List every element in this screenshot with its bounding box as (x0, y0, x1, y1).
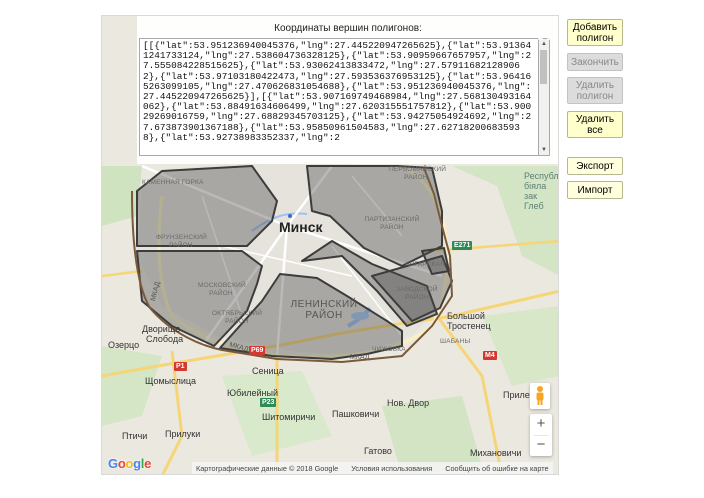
map-label-leninsky: ЛЕНИНСКИЙ РАЙОН (290, 299, 358, 321)
map-label-priluki: Прилуки (165, 429, 201, 439)
map-label-mikhanovichi: Михановичи (470, 448, 522, 458)
route-shield-p69: P69 (249, 346, 266, 355)
map-label-ozertso: Озерцо (108, 340, 140, 350)
map-label-city: Минск (279, 219, 323, 235)
map-label-mkad-bottom2: МКАД (350, 354, 370, 361)
map-label-zavodskoy: ЗАВОДСКОЙ РАЙОН (396, 286, 438, 301)
map-label-ptichi: Птичи (122, 431, 148, 441)
attribution-terms-link[interactable]: Условия использования (351, 464, 432, 473)
google-logo-letter: g (133, 456, 141, 471)
route-shield-m4: M4 (483, 351, 497, 360)
map-label-pashkovichi: Пашковичи (332, 409, 380, 419)
zoom-control: + − (530, 414, 552, 456)
map-label-edge-text: Республ біяла зак Глеб (524, 171, 559, 211)
coordinates-textarea[interactable]: [[{"lat":53.951236940045376,"lng":27.445… (139, 38, 539, 156)
route-shield-p23: P23 (260, 398, 277, 407)
scroll-down-icon[interactable]: ▼ (539, 145, 549, 155)
google-logo-letter: G (108, 456, 118, 471)
map-label-dvorishche: Дворищe (142, 324, 181, 334)
coordinates-panel: Координаты вершин полигонов: [[{"lat":53… (137, 16, 558, 164)
attribution-data: Картографические данные © 2018 Google (196, 464, 339, 473)
map-label-shchomyslitsa: Щомыслица (145, 376, 197, 386)
import-button[interactable]: Импорт (567, 181, 623, 199)
map-label-pervomaysky: ПЕРВОМАЙСКИЙ РАЙОН (389, 166, 447, 181)
finish-button[interactable]: Закончить (567, 53, 623, 71)
pegman-icon (536, 386, 544, 405)
map-label-sloboda: Слобода (146, 334, 184, 344)
google-logo-letter: e (144, 456, 152, 471)
map-label-chizhovka: ЧИЖОВКА (372, 346, 406, 353)
delete-all-button[interactable]: Удалить все (567, 111, 623, 138)
map-label-kamennaya-gorka: КАМЕННАЯ ГОРКА (142, 179, 204, 186)
map-attribution: Картографические данные © 2018 Google Ус… (192, 462, 553, 474)
route-shield-p1: P1 (174, 362, 187, 371)
map-label-frunzensky: ФРУНЗЕНСКИЙ РАЙОН (156, 234, 207, 249)
add-polygon-button[interactable]: Добавить полигон (567, 19, 623, 46)
map-label-senitsa: Сеница (252, 366, 284, 376)
fullscreen-icon[interactable] (538, 26, 552, 40)
map-label-bolshoy-trostenets: Большой Тростенец (447, 311, 491, 331)
map-label-novy-dvor: Нов. Двор (387, 398, 430, 408)
zoom-out-button[interactable]: − (530, 435, 552, 455)
export-button[interactable]: Экспорт (567, 157, 623, 175)
coordinates-scrollbar[interactable]: ▲ ▼ (539, 38, 550, 156)
map-label-yubileyny: Юбилейный (227, 388, 279, 398)
delete-polygon-button[interactable]: Удалить полигон (567, 77, 623, 104)
map-label-angarskaya: АНГАРСКАЯ (405, 261, 446, 268)
map-label-prile: Приле (503, 390, 530, 400)
map-label-moskovsky: МОСКОВСКИЙ РАЙОН (198, 282, 246, 297)
map-label-shabany: ШАБАНЫ (440, 338, 471, 345)
route-shield-e271: E271 (452, 241, 473, 250)
map-label-oktyabrsky: ОКТЯБРЬСКИЙ РАЙОН (212, 310, 263, 325)
google-logo: Google (108, 456, 151, 471)
attribution-report-link[interactable]: Сообщить об ошибке на карте (445, 464, 548, 473)
zoom-in-button[interactable]: + (530, 414, 552, 434)
map-label-gatovo: Гатово (364, 446, 392, 456)
map-label-partizansky: ПАРТИЗАНСКИЙ РАЙОН (364, 216, 420, 231)
map-label-shitomirichi: Шитомиричи (262, 412, 316, 422)
street-view-pegman-button[interactable] (530, 383, 550, 409)
map-canvas[interactable]: КАМЕННАЯ ГОРКА Минск ФРУНЗЕНСКИЙ РАЙОН М… (101, 15, 559, 475)
google-logo-letter: o (125, 456, 134, 471)
coordinates-title: Координаты вершин полигонов: (274, 23, 422, 34)
scroll-thumb[interactable] (540, 50, 547, 84)
scroll-up-icon[interactable]: ▲ (539, 39, 549, 49)
